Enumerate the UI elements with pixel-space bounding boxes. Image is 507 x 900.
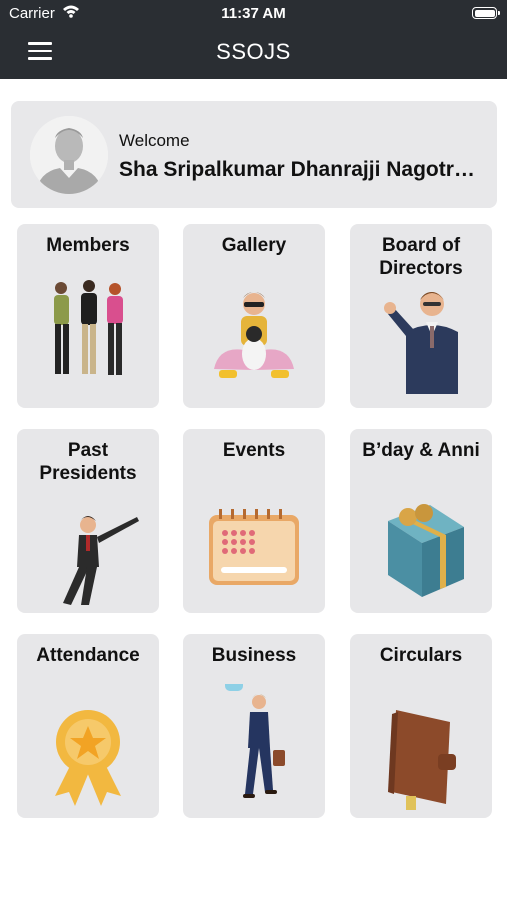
tile-business[interactable]: Business (183, 634, 325, 818)
tile-birthday-anniversary[interactable]: B’day & Anni (350, 429, 492, 613)
badge-icon (55, 710, 121, 806)
status-bar: Carrier 11:37 AM (0, 0, 507, 28)
board-of-directors-icon (384, 292, 458, 394)
gift-icon (388, 504, 464, 597)
notebook-icon (388, 710, 456, 810)
tile-events[interactable]: Events (183, 429, 325, 613)
tile-circulars[interactable]: Circulars (350, 634, 492, 818)
tile-label: Attendance (36, 645, 140, 666)
tile-board-of-directors[interactable]: Board of Directors (350, 224, 492, 408)
tile-past-presidents[interactable]: Past Presidents (17, 429, 159, 613)
tile-attendance[interactable]: Attendance (17, 634, 159, 818)
tile-label: Events (222, 440, 286, 461)
welcome-label: Welcome (119, 131, 190, 150)
clock: 11:37 AM (221, 5, 286, 22)
app-header: Carrier 11:37 AM SSOJS (0, 0, 507, 79)
tile-label: Gallery (221, 235, 287, 256)
battery-icon (472, 7, 500, 19)
business-icon (225, 684, 285, 798)
user-name: Sha Sripalkumar Dhanrajji Nagotr… (119, 158, 475, 181)
calendar-icon (209, 509, 299, 585)
tile-label: Business (211, 645, 297, 666)
tile-members[interactable]: Members (17, 224, 159, 408)
tile-label: B’day & Anni (362, 440, 480, 461)
members-group-icon (54, 280, 123, 375)
past-presidents-icon (63, 516, 139, 605)
welcome-card[interactable]: Welcome Sha Sripalkumar Dhanrajji Nagotr… (11, 101, 497, 208)
user-silhouette-icon (30, 116, 108, 194)
tile-label: Circulars (379, 645, 463, 666)
page-title: SSOJS (216, 39, 291, 64)
tile-gallery[interactable]: Gallery (183, 224, 325, 408)
avatar (30, 116, 108, 194)
tile-label: Members (46, 235, 130, 256)
gallery-icon (214, 292, 294, 378)
